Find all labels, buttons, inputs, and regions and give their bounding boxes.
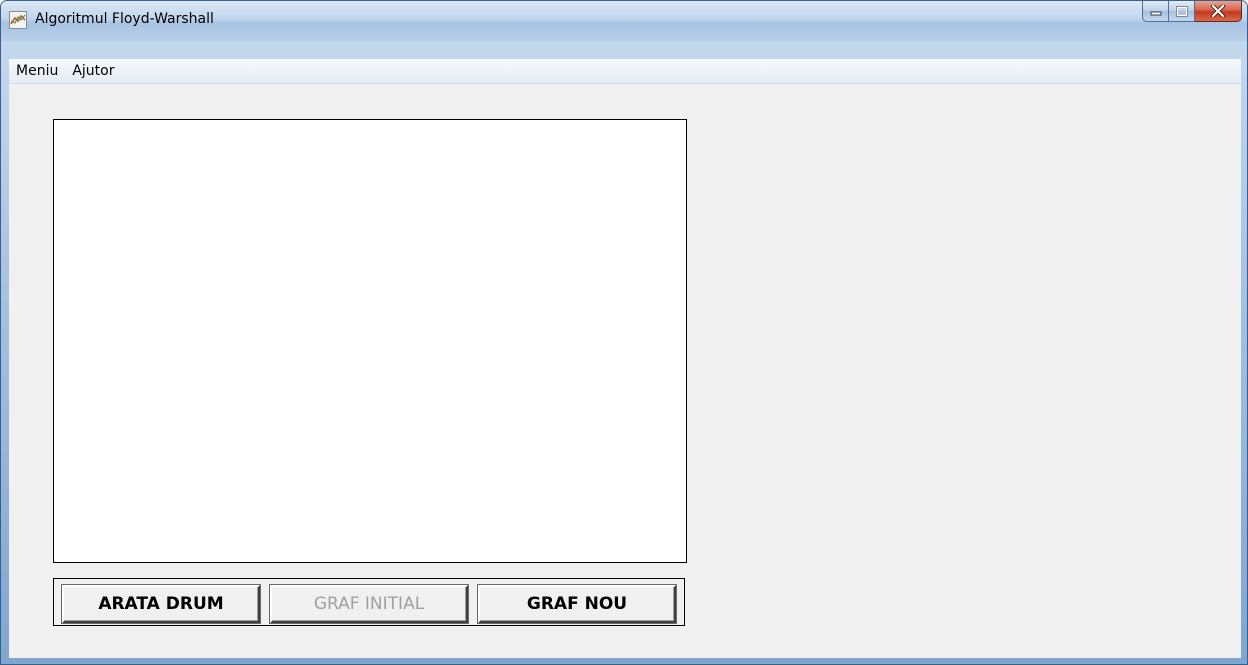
client-area: ARATA DRUM GRAF INITIAL GRAF NOU [9,84,1241,658]
maximize-button[interactable] [1169,1,1195,22]
button-panel: ARATA DRUM GRAF INITIAL GRAF NOU [53,578,685,626]
new-graph-button[interactable]: GRAF NOU [478,585,676,623]
show-path-button[interactable]: ARATA DRUM [62,585,260,623]
menu-bar: Meniu Ajutor [9,59,1241,84]
maximize-icon [1175,5,1188,17]
minimize-icon [1150,11,1161,16]
caption-buttons [1142,1,1242,23]
initial-graph-button[interactable]: GRAF INITIAL [270,585,468,623]
window-title: Algoritmul Floyd-Warshall [35,11,214,27]
chart-line-icon [9,11,27,29]
close-button[interactable] [1195,1,1242,22]
close-icon [1211,5,1225,17]
app-window: Algoritmul Floyd-Warshall Meniu Ajutor A… [0,0,1248,665]
menu-item-ajutor[interactable]: Ajutor [65,60,121,82]
title-bar[interactable]: Algoritmul Floyd-Warshall [1,1,1247,41]
minimize-button[interactable] [1142,1,1169,22]
graph-canvas[interactable] [53,119,687,563]
menu-item-meniu[interactable]: Meniu [9,60,65,82]
